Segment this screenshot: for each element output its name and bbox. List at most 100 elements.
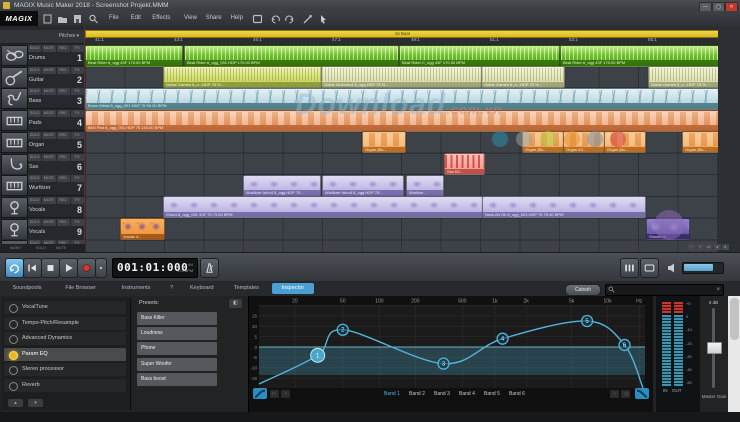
track-header-bass[interactable]: SOLO MUTE REC FX Bass 3 bbox=[0, 87, 85, 110]
effect-item-vocaltune[interactable]: VocalTune bbox=[4, 301, 126, 314]
search-input[interactable]: × bbox=[605, 283, 724, 296]
track-solo-button[interactable]: SOLO bbox=[28, 218, 42, 226]
effect-item-param-eq[interactable]: Param EQ bbox=[4, 347, 126, 361]
clip-c-lav[interactable]: Wurlitzer Intro4 6_ogg.HDP 75... bbox=[243, 174, 321, 197]
track-fx-button[interactable]: FX bbox=[70, 153, 84, 161]
search-clear-icon[interactable]: × bbox=[716, 285, 720, 295]
cursor-icon[interactable] bbox=[318, 14, 329, 24]
clip-c-green[interactable]: Beat Rider 6_ogg 43F 170.00 BPM bbox=[85, 44, 183, 67]
track-solo-button[interactable]: SOLO bbox=[28, 110, 42, 118]
eq-band-handle-1[interactable]: 1 bbox=[310, 347, 326, 363]
effect-up-button[interactable]: ▴ bbox=[8, 399, 23, 407]
clip-c-green[interactable]: Beat Rider 6_ogg 43F 170.00 BPM bbox=[560, 44, 718, 67]
lowpass-filter-icon[interactable] bbox=[635, 388, 649, 399]
clip-c-lav[interactable]: Wurlitzer Intro4 6_ogg.HDP 75... bbox=[322, 174, 404, 197]
eq-band-tab-band-4[interactable]: Band 4 bbox=[459, 391, 475, 397]
track-rec-button[interactable]: REC bbox=[56, 110, 70, 118]
preset-item-super-woofer[interactable]: Super Woofer bbox=[137, 357, 217, 371]
track-rec-button[interactable]: REC bbox=[56, 196, 70, 204]
track-solo-button[interactable]: SOLO bbox=[28, 45, 42, 52]
arranger-zoom-button[interactable]: ▭ bbox=[705, 244, 712, 250]
effect-item-reverb[interactable]: Reverb bbox=[4, 378, 126, 392]
clip-c-lav[interactable]: Chord 6_ogg_001 43F 75 73.00 BPM bbox=[163, 196, 483, 219]
master-monit-button[interactable]: MONIT bbox=[10, 244, 21, 252]
preset-item-bass-boost[interactable]: Bass boost bbox=[137, 372, 217, 386]
tab-file-browser[interactable]: File Browser bbox=[54, 283, 107, 294]
clip-c-green[interactable]: Beat Rider C_ogg 43F 170.00 BPM bbox=[399, 44, 560, 67]
track-fx-button[interactable]: FX bbox=[70, 66, 84, 74]
tab-inspector[interactable]: Inspector bbox=[271, 283, 314, 294]
fx-rack-button[interactable] bbox=[640, 258, 659, 278]
undo-icon[interactable] bbox=[270, 14, 281, 24]
clip-c-cream[interactable]: Guitar Games 6_o...HDP 75 %... bbox=[481, 66, 565, 89]
eq-band-tab-band-3[interactable]: Band 3 bbox=[434, 391, 450, 397]
clip-c-cream[interactable]: Guitar Games 6_o...HDP 75 %... bbox=[648, 66, 718, 89]
eq-band-tab-band-1[interactable]: Band 1 bbox=[384, 391, 400, 397]
previous-button[interactable] bbox=[23, 258, 42, 278]
mixer-button[interactable] bbox=[620, 258, 639, 278]
menu-share[interactable]: Share bbox=[203, 11, 225, 26]
clip-c-orange[interactable]: Organ (Bu... bbox=[604, 131, 646, 154]
track-fx-button[interactable]: FX bbox=[70, 196, 84, 204]
search-icon[interactable] bbox=[88, 14, 99, 24]
wand-icon[interactable] bbox=[302, 14, 313, 24]
clip-c-blue[interactable]: Boom Metal 6_ogg_001.HDP 75 90.00 BPM bbox=[85, 87, 718, 110]
new-project-icon[interactable] bbox=[42, 14, 53, 24]
save-project-icon[interactable] bbox=[72, 14, 83, 24]
master-mute-button[interactable]: MUTE bbox=[56, 244, 66, 252]
arranger-zoom-button[interactable]: ▸ bbox=[722, 244, 729, 250]
tab-instruments[interactable]: Instruments bbox=[111, 283, 161, 294]
preset-item-loudness[interactable]: Loudness bbox=[137, 327, 217, 341]
inspector-scrollbar[interactable] bbox=[728, 296, 740, 412]
track-rec-button[interactable]: REC bbox=[56, 131, 70, 139]
track-lanes[interactable]: Beat Rider 6_ogg 43F 170.00 BPM Beat Ride… bbox=[85, 44, 718, 252]
clip-c-pink[interactable]: Sax B2... bbox=[444, 153, 485, 175]
effect-power-icon[interactable] bbox=[9, 304, 18, 313]
track-header-pads[interactable]: SOLO MUTE REC FX Pads 4 bbox=[0, 109, 85, 132]
arranger-zoom-button[interactable]: + bbox=[696, 244, 704, 250]
tab-soundpools[interactable]: Soundpools bbox=[4, 283, 50, 294]
track-header-wurlitzer[interactable]: SOLO MUTE REC FX Wurlitzer 7 bbox=[0, 174, 85, 197]
effect-item-tempo-pitch-resample[interactable]: Tempo-Pitch/Resample bbox=[4, 316, 126, 330]
eq-band-handle-3[interactable]: 3 bbox=[437, 357, 450, 370]
effect-item-stereo-processor[interactable]: Stereo processor bbox=[4, 363, 126, 376]
track-solo-button[interactable]: SOLO bbox=[28, 196, 42, 204]
track-mute-button[interactable]: MUTE bbox=[42, 131, 56, 139]
master-gain-handle[interactable] bbox=[707, 342, 722, 354]
track-header-vocals[interactable]: SOLO MUTE REC FX Vocals 9 bbox=[0, 217, 85, 240]
track-mute-button[interactable]: MUTE bbox=[42, 88, 56, 96]
track-rec-button[interactable]: REC bbox=[56, 153, 70, 161]
track-rec-button[interactable]: REC bbox=[56, 88, 70, 96]
track-fx-button[interactable]: FX bbox=[70, 175, 84, 183]
eq-band-tab-band-6[interactable]: Band 6 bbox=[509, 391, 525, 397]
clip-c-lime[interactable]: Guitar Games 6_o...HDP 75 %... bbox=[163, 66, 322, 89]
track-mute-button[interactable]: MUTE bbox=[42, 196, 56, 204]
clip-c-green[interactable]: Beat Rider 6_ogg_001.HDP 170.00 BPM bbox=[184, 44, 399, 67]
clip-c-orange[interactable]: Organ (Bu... bbox=[362, 131, 406, 154]
track-rec-button[interactable]: REC bbox=[56, 45, 70, 52]
track-solo-button[interactable]: SOLO bbox=[28, 88, 42, 96]
arranger-zoom-button[interactable]: ◂ bbox=[713, 244, 721, 250]
record-mode-button[interactable] bbox=[95, 258, 107, 278]
track-header-organ[interactable]: SOLO MUTE REC FX Organ 5 bbox=[0, 130, 85, 153]
preset-item-bass-killer[interactable]: Bass Killer bbox=[137, 312, 217, 325]
tab--[interactable]: ? bbox=[165, 283, 179, 294]
filter-off-icon[interactable]: ○ bbox=[281, 390, 290, 398]
clip-c-lav[interactable]: Wurlitze... bbox=[406, 174, 444, 197]
menu-view[interactable]: View bbox=[181, 11, 200, 26]
metronome-button[interactable] bbox=[200, 258, 219, 278]
track-rec-button[interactable]: REC bbox=[56, 218, 70, 226]
track-fx-button[interactable]: FX bbox=[70, 88, 84, 96]
track-header-guitar[interactable]: SOLO MUTE REC FX Guitar 2 bbox=[0, 65, 85, 88]
close-button[interactable]: ✕ bbox=[725, 1, 738, 12]
track-solo-button[interactable]: SOLO bbox=[28, 175, 42, 183]
track-mute-button[interactable]: MUTE bbox=[42, 218, 56, 226]
menu-effects[interactable]: Effects bbox=[149, 11, 173, 26]
track-solo-button[interactable]: SOLO bbox=[28, 153, 42, 161]
clip-c-cream[interactable]: Guitar Grooves4 6_ogg.HDP 75 %... bbox=[321, 66, 482, 89]
effect-item-advanced-dynamics[interactable]: Advanced Dynamics bbox=[4, 332, 126, 345]
store-icon[interactable] bbox=[252, 14, 263, 24]
clip-c-purple[interactable]: Shouts 4... bbox=[646, 218, 690, 241]
filter-off-icon-right[interactable]: ○ bbox=[610, 390, 619, 398]
track-mute-button[interactable]: MUTE bbox=[42, 153, 56, 161]
